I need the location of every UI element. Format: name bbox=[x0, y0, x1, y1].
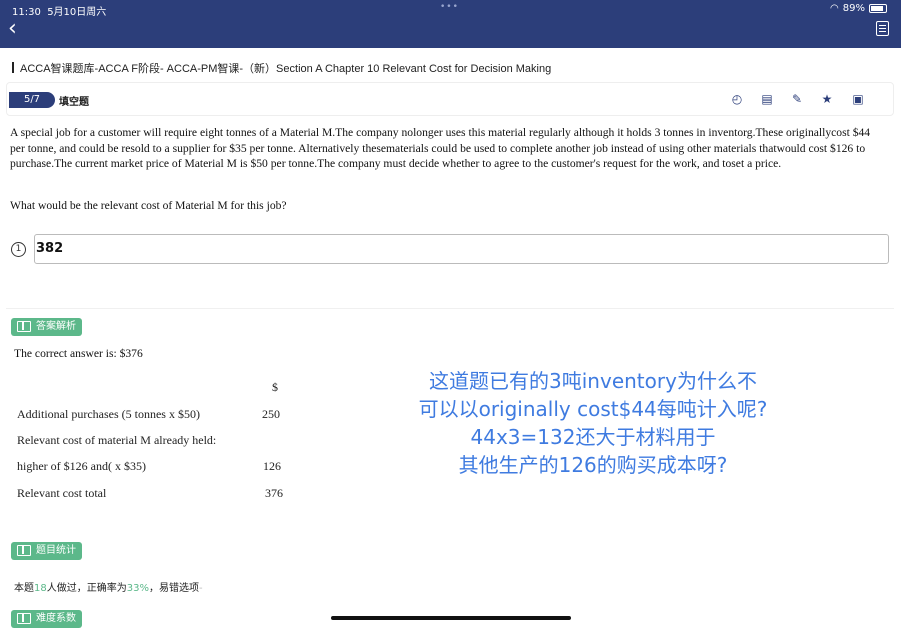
stats-text: 本题18人做过，正确率为33%，易错选项- bbox=[14, 583, 203, 594]
currency-header: $ bbox=[272, 380, 278, 394]
expl-row-value: 126 bbox=[263, 459, 281, 473]
expl-row-label: Relevant cost total bbox=[17, 486, 107, 500]
note-icon[interactable]: ▤ bbox=[759, 91, 775, 107]
pencil-icon[interactable]: ✎ bbox=[789, 91, 805, 107]
battery-icon bbox=[869, 4, 887, 13]
question-toolbar: 5/7 填空题 ◴ ▤ ✎ ★ ▣ bbox=[6, 82, 894, 116]
question-text: A special job for a customer will requir… bbox=[10, 126, 871, 171]
handwritten-question-note: 这道题已有的3吨inventory为什么不 可以以originally cost… bbox=[418, 369, 768, 477]
divider bbox=[6, 308, 894, 309]
back-chevron-icon[interactable]: ‹ bbox=[8, 18, 17, 40]
expl-row-label: Relevant cost of material M already held… bbox=[17, 433, 217, 447]
difficulty-tag: 难度系数 bbox=[11, 610, 82, 628]
top-bar: 11:30 5月10日周六 ••• ◠ 89% ‹ bbox=[0, 0, 901, 48]
correct-answer: The correct answer is: $376 bbox=[14, 347, 143, 360]
feedback-icon[interactable]: ▣ bbox=[850, 91, 866, 107]
audio-icon[interactable]: ◴ bbox=[729, 91, 745, 107]
answer-sheet-icon[interactable] bbox=[876, 21, 889, 36]
status-right: ◠ 89% bbox=[830, 3, 887, 14]
blank-index: 1 bbox=[11, 242, 26, 257]
question-type: 填空题 bbox=[59, 97, 89, 108]
stats-tag: 题目统计 bbox=[11, 542, 82, 560]
question-ask: What would be the relevant cost of Mater… bbox=[10, 199, 287, 212]
book-icon bbox=[17, 545, 31, 556]
expl-row-label: higher of $126 and( x $35) bbox=[17, 459, 146, 473]
answer-input[interactable]: 382 bbox=[34, 234, 889, 264]
question-number: 5/7 bbox=[9, 92, 55, 108]
expl-row-label: Additional purchases (5 tonnes x $50) bbox=[17, 407, 200, 421]
multitask-dots[interactable]: ••• bbox=[440, 2, 459, 12]
expl-row-value: 250 bbox=[262, 407, 280, 421]
analysis-tag: 答案解析 bbox=[11, 318, 82, 336]
home-indicator[interactable] bbox=[331, 616, 571, 620]
book-icon bbox=[17, 321, 31, 332]
book-icon bbox=[17, 613, 31, 624]
expl-row-value: 376 bbox=[265, 486, 283, 500]
star-icon[interactable]: ★ bbox=[819, 91, 835, 107]
status-time: 11:30 5月10日周六 bbox=[12, 7, 107, 18]
battery-percent: 89% bbox=[842, 3, 865, 14]
wifi-icon: ◠ bbox=[830, 3, 839, 14]
breadcrumb: ACCA智课题库-ACCA F阶段- ACCA-PM智课-（新）Section … bbox=[12, 60, 551, 76]
